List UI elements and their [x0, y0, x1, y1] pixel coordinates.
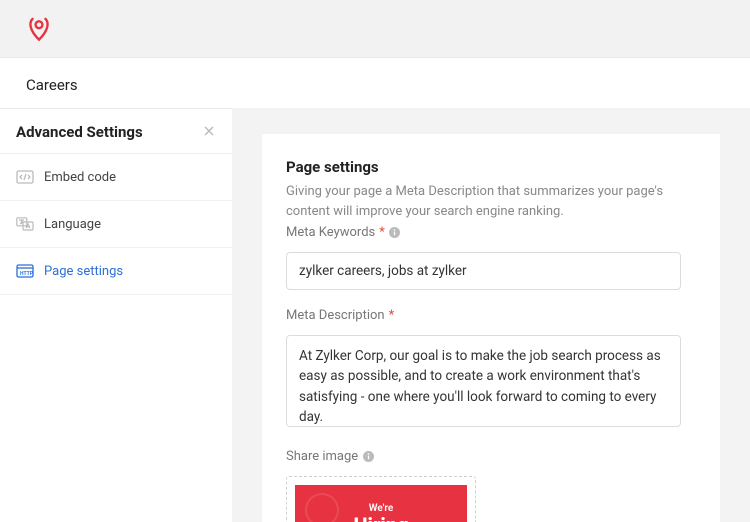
meta-keywords-label: Meta Keywords	[286, 225, 375, 240]
sidebar-item-label: Language	[44, 217, 101, 232]
sidebar-list: Embed code Language HTTP Page settings	[0, 153, 232, 295]
panel-heading: Page settings	[286, 158, 696, 176]
sidebar: Advanced Settings Embed code Language H	[0, 108, 232, 522]
embed-code-icon	[16, 168, 34, 186]
sidebar-item-label: Embed code	[44, 170, 116, 185]
sidebar-title: Advanced Settings	[16, 123, 143, 141]
meta-description-field[interactable]	[286, 335, 681, 427]
page-settings-icon: HTTP	[16, 262, 34, 280]
sidebar-item-label: Page settings	[44, 264, 123, 279]
share-image-label: Share image	[286, 449, 358, 464]
meta-keywords-field[interactable]	[286, 252, 681, 290]
page-title: Careers	[26, 76, 78, 94]
content-container: Advanced Settings Embed code Language H	[0, 108, 750, 522]
required-marker: *	[379, 225, 385, 240]
svg-text:HTTP: HTTP	[20, 271, 34, 277]
panel-description: Giving your page a Meta Description that…	[286, 182, 696, 221]
breadcrumb: Careers	[0, 58, 750, 108]
sidebar-item-language[interactable]: Language	[0, 201, 232, 248]
meta-description-label-row: Meta Description *	[286, 308, 696, 323]
sidebar-header: Advanced Settings	[0, 109, 232, 153]
close-icon[interactable]	[204, 125, 214, 139]
settings-panel: Page settings Giving your page a Meta De…	[262, 134, 720, 522]
main-area: Page settings Giving your page a Meta De…	[232, 108, 750, 522]
info-icon[interactable]	[389, 227, 401, 239]
language-icon	[16, 215, 34, 233]
sidebar-item-embed-code[interactable]: Embed code	[0, 154, 232, 201]
required-marker: *	[389, 308, 395, 323]
logo-icon	[26, 14, 52, 44]
topbar	[0, 0, 750, 58]
share-image-line2: Hiring	[353, 515, 408, 522]
share-image-upload[interactable]: We're Hiring ZOHO Recruit	[286, 476, 476, 522]
share-image-preview: We're Hiring ZOHO Recruit	[295, 485, 467, 522]
share-image-label-row: Share image	[286, 449, 696, 464]
sidebar-item-page-settings[interactable]: HTTP Page settings	[0, 248, 232, 295]
meta-description-label: Meta Description	[286, 308, 385, 323]
info-icon[interactable]	[362, 451, 374, 463]
meta-keywords-label-row: Meta Keywords *	[286, 225, 696, 240]
